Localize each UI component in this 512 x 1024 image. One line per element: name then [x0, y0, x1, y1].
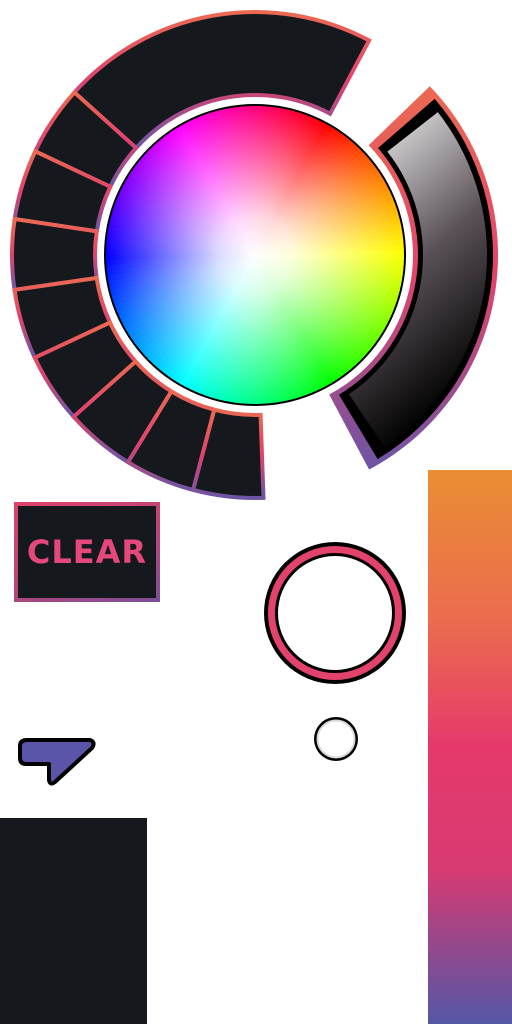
tool-arrow-icon[interactable]	[18, 738, 96, 786]
brush-size-icon[interactable]	[264, 542, 406, 684]
clear-button-label: CLEAR	[26, 533, 148, 571]
dark-panel	[0, 818, 147, 1024]
color-wheel-icon[interactable]	[100, 100, 410, 410]
color-gradient-bar[interactable]	[428, 470, 512, 1024]
clear-button[interactable]: CLEAR	[14, 502, 160, 602]
small-dot-icon[interactable]	[314, 717, 358, 761]
